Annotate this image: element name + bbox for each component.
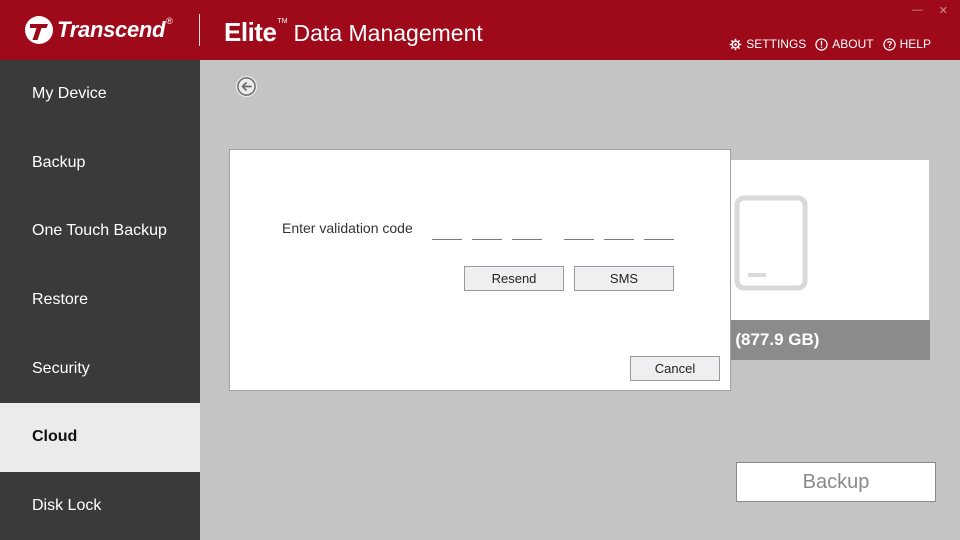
sidebar-item-one-touch-backup[interactable]: One Touch Backup — [0, 197, 200, 266]
window-controls: — ✕ — [912, 4, 948, 17]
code-digit-1[interactable] — [432, 222, 462, 240]
code-digit-2[interactable] — [472, 222, 502, 240]
registered-mark: ® — [166, 16, 173, 26]
header-divider — [199, 14, 200, 46]
validation-dialog: Enter validation code Resend SMS Cancel — [229, 149, 731, 391]
sidebar-item-label: Restore — [32, 291, 89, 309]
info-icon — [815, 37, 828, 51]
about-label: ABOUT — [832, 37, 874, 51]
sidebar-item-restore[interactable]: Restore — [0, 266, 200, 335]
sidebar-item-security[interactable]: Security — [0, 334, 200, 403]
sidebar-item-label: My Device — [32, 85, 107, 103]
settings-link[interactable]: SETTINGS — [729, 37, 806, 51]
cancel-button[interactable]: Cancel — [630, 356, 720, 381]
code-digit-3[interactable] — [512, 222, 542, 240]
question-icon — [882, 37, 896, 51]
sidebar-item-label: Backup — [32, 153, 86, 171]
sidebar-item-label: Cloud — [32, 428, 78, 446]
trademark-mark: TM — [277, 18, 288, 25]
code-digit-5[interactable] — [604, 222, 634, 240]
brand-name: Transcend — [57, 17, 166, 42]
sms-button[interactable]: SMS — [574, 266, 674, 291]
code-digit-4[interactable] — [564, 222, 594, 240]
sidebar-item-label: Disk Lock — [32, 496, 102, 514]
gear-icon — [730, 38, 742, 50]
backup-button[interactable]: Backup — [736, 462, 936, 502]
help-label: HELP — [899, 37, 931, 51]
sidebar: My Device Backup One Touch Backup Restor… — [0, 60, 200, 540]
product-title: Elite TM Data Management — [224, 14, 483, 46]
sidebar-item-backup[interactable]: Backup — [0, 129, 200, 198]
close-button[interactable]: ✕ — [939, 4, 948, 17]
resend-button[interactable]: Resend — [464, 266, 564, 291]
minimize-button[interactable]: — — [912, 4, 923, 17]
product-prefix: Elite — [224, 17, 277, 47]
back-arrow-icon — [236, 76, 257, 97]
device-card[interactable] — [724, 160, 929, 320]
sidebar-item-my-device[interactable]: My Device — [0, 60, 200, 129]
drive-icon — [734, 195, 808, 291]
code-digit-6[interactable] — [644, 222, 674, 240]
back-button[interactable] — [236, 76, 257, 97]
header-links: SETTINGS ABOUT HELP — [729, 37, 931, 51]
sidebar-item-label: One Touch Backup — [32, 222, 167, 240]
about-link[interactable]: ABOUT — [815, 37, 874, 51]
transcend-logo-icon — [25, 16, 53, 44]
settings-label: SETTINGS — [746, 37, 807, 51]
sidebar-item-cloud[interactable]: Cloud — [0, 402, 200, 472]
sidebar-item-disk-lock[interactable]: Disk Lock — [0, 472, 200, 540]
product-name: Data Management — [293, 20, 483, 46]
help-link[interactable]: HELP — [882, 37, 931, 51]
sidebar-item-label: Security — [32, 359, 90, 377]
validation-code-label: Enter validation code — [282, 220, 413, 236]
transcend-logo: Transcend ® — [24, 14, 173, 46]
app-header: Transcend ® Elite TM Data Management — ✕… — [0, 0, 960, 60]
